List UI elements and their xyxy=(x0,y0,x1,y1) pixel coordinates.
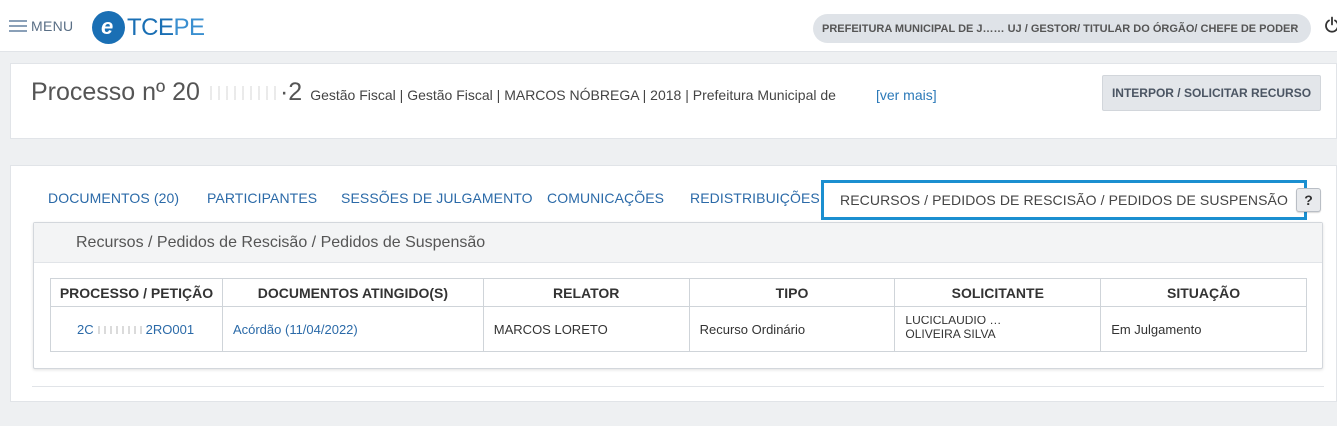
redacted-block xyxy=(836,90,870,100)
processo-number-end: 2RO001 xyxy=(145,321,195,337)
solicitante-line-1: LUCICLAUDIO … xyxy=(905,315,1002,325)
top-navbar: MENU e TCEPE PREFEITURA MUNICIPAL DE J……… xyxy=(0,0,1337,52)
logo-text-b: PE xyxy=(173,13,206,41)
panel-header: Recursos / Pedidos de Rescisão / Pedidos… xyxy=(34,223,1322,263)
solicitante-line-2: OLIVEIRA SILVA xyxy=(905,326,996,341)
logo-letter: e xyxy=(101,14,114,39)
table-row: 2C 2RO001 Acórdão (11/04/2022) MARCOS LOR… xyxy=(50,306,1307,352)
ver-mais-link[interactable]: [ver mais] xyxy=(876,87,937,103)
redacted-block xyxy=(93,326,146,335)
logo-wordmark: TCEPE xyxy=(127,14,205,42)
profile-label: PREFEITURA MUNICIPAL DE J…… UJ / GESTOR/… xyxy=(822,22,1299,35)
recursos-table: PROCESSO / PETIÇÃO DOCUMENTOS ATINGIDO(S… xyxy=(50,278,1307,352)
tab-bar: DOCUMENTOS (20) PARTICIPANTES SESSÕES DE… xyxy=(11,166,1336,222)
column-header: TIPO xyxy=(688,278,896,307)
menu-label: MENU xyxy=(31,18,74,34)
hamburger-icon xyxy=(9,20,27,32)
tab-recursos[interactable]: RECURSOS / PEDIDOS DE RESCISÃO / PEDIDOS… xyxy=(821,180,1307,220)
logo-text-a: TCE xyxy=(127,13,174,41)
panel-title: Recursos / Pedidos de Rescisão / Pedidos… xyxy=(76,233,486,251)
column-header: DOCUMENTOS ATINGIDO(S) xyxy=(221,278,484,307)
process-title: Processo nº 20 xyxy=(31,78,200,106)
column-header: SITUAÇÃO xyxy=(1100,278,1307,307)
relator-cell: MARCOS LORETO xyxy=(482,306,690,352)
menu-button[interactable]: MENU xyxy=(9,18,73,34)
solicitante-cell: LUCICLAUDIO … OLIVEIRA SILVA xyxy=(894,306,1102,352)
tab-redistribuicoes[interactable]: REDISTRIBUIÇÕES xyxy=(690,190,820,206)
table-header-row: PROCESSO / PETIÇÃO DOCUMENTOS ATINGIDO(S… xyxy=(50,278,1307,307)
help-button[interactable]: ? xyxy=(1296,188,1321,212)
chevron-down-icon: ⌄ xyxy=(1290,21,1299,32)
power-icon[interactable] xyxy=(1323,16,1337,34)
etcepe-logo[interactable]: e TCEPE xyxy=(92,11,205,44)
documento-atingido-link[interactable]: Acórdão (11/04/2022) xyxy=(221,306,484,352)
process-header-card: Processo nº 20 ·2 Gestão Fiscal | Gestão… xyxy=(10,63,1337,139)
column-header: PROCESSO / PETIÇÃO xyxy=(50,278,223,307)
processo-peticao-link[interactable]: 2C 2RO001 xyxy=(50,306,223,352)
tipo-cell: Recurso Ordinário xyxy=(688,306,896,352)
profile-selector[interactable]: PREFEITURA MUNICIPAL DE J…… UJ / GESTOR/… xyxy=(813,14,1311,43)
redacted-block xyxy=(203,86,276,100)
process-meta: Gestão Fiscal | Gestão Fiscal | MARCOS N… xyxy=(310,87,836,103)
process-title-suffix: ·2 xyxy=(279,78,303,106)
tab-participantes[interactable]: PARTICIPANTES xyxy=(207,190,317,206)
tab-documentos[interactable]: DOCUMENTOS (20) xyxy=(48,190,179,206)
column-header: RELATOR xyxy=(482,278,690,307)
process-title-line: Processo nº 20 ·2 Gestão Fiscal | Gestão… xyxy=(31,78,937,107)
recursos-panel: Recursos / Pedidos de Rescisão / Pedidos… xyxy=(33,222,1323,369)
situacao-cell: Em Julgamento xyxy=(1100,306,1307,352)
processo-number-start: 2C xyxy=(77,321,94,337)
logo-mark: e xyxy=(92,11,125,44)
interpor-recurso-button[interactable]: INTERPOR / SOLICITAR RECURSO xyxy=(1102,75,1321,111)
divider xyxy=(32,386,1324,387)
tab-sessoes-julgamento[interactable]: SESSÕES DE JULGAMENTO xyxy=(341,190,533,206)
process-details-card: DOCUMENTOS (20) PARTICIPANTES SESSÕES DE… xyxy=(10,165,1337,402)
column-header: SOLICITANTE xyxy=(894,278,1102,307)
tab-comunicacoes[interactable]: COMUNICAÇÕES xyxy=(547,190,664,206)
